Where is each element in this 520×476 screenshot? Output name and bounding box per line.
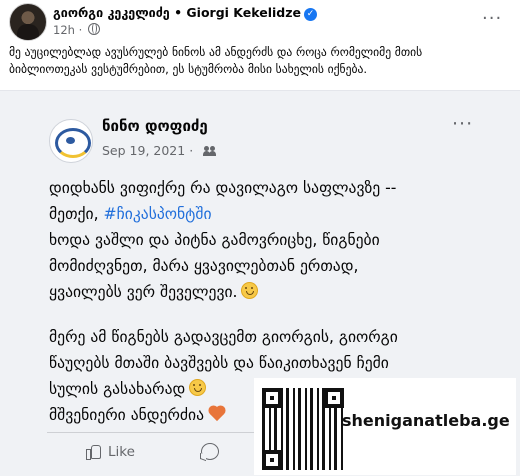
qr-finder xyxy=(324,388,344,408)
caption-line: ბიბლიოთეკას ვესტუმრებით, ეს სტუმრობა მის… xyxy=(9,62,368,76)
meta-separator: · xyxy=(189,143,194,158)
shared-author-avatar[interactable] xyxy=(49,119,93,163)
post-line: დიდხანს ვიფიქრე რა დავილაგო საფლავზე -- xyxy=(49,179,397,197)
post-line: ხოდა ვაშლი და პიტნა გამოვრიცხე, წიგნები xyxy=(49,231,380,249)
comment-icon[interactable] xyxy=(201,443,219,460)
post-meta: 12h · xyxy=(53,23,100,37)
post-line-with-hashtag: მეთქი, #ჩიკასპონტში xyxy=(49,201,489,227)
caption-line: მე აუცილებლად ავუსრულებ ნინოს ამ ანდერძს… xyxy=(9,45,423,59)
qr-finder xyxy=(262,450,282,470)
post-line-text: სულის გასახარად xyxy=(49,380,186,398)
post-caption: მე აუცილებლად ავუსრულებ ნინოს ამ ანდერძს… xyxy=(9,44,514,78)
watermark-overlay: sheniganatleba.ge xyxy=(254,378,516,475)
post-header: გიორგი კეკელიძე • Giorgi Kekelidze ✓ 12h … xyxy=(0,0,520,42)
friends-audience-icon xyxy=(203,146,217,156)
like-button[interactable]: Like xyxy=(86,444,135,460)
post-line: მერე ამ წიგნებს გადავცემთ გიორგის, გიორგ… xyxy=(49,328,398,346)
post-line-text: მეთქი, xyxy=(49,205,104,223)
more-options-button[interactable]: ··· xyxy=(482,8,502,29)
shared-post-date[interactable]: Sep 19, 2021 xyxy=(102,143,185,158)
author-avatar[interactable] xyxy=(9,3,47,41)
post-line-text: მშვენიერი ანდერძია xyxy=(49,406,204,424)
logo-dot-icon xyxy=(66,137,75,144)
smile-emoji-icon xyxy=(241,282,259,299)
author-name-text[interactable]: გიორგი კეკელიძე • Giorgi Kekelidze xyxy=(53,5,301,20)
like-label: Like xyxy=(108,444,135,460)
grin-emoji-icon xyxy=(189,379,207,396)
globe-icon xyxy=(87,23,100,35)
hashtag-link[interactable]: #ჩიკასპონტში xyxy=(104,205,212,223)
post-line: წაუღებს მთაში ბავშვებს და წაიკითხავენ ჩე… xyxy=(49,354,389,372)
shared-more-options-button[interactable]: ··· xyxy=(452,113,473,135)
qr-code xyxy=(262,388,344,470)
post-time[interactable]: 12h xyxy=(53,23,75,37)
verified-badge-icon: ✓ xyxy=(303,8,317,21)
author-name[interactable]: გიორგი კეკელიძე • Giorgi Kekelidze ✓ xyxy=(53,5,317,21)
post-line-with-emoji: ყვაილებს ვერ შეველევი. xyxy=(49,279,489,305)
post-line: მომიძღვნეთ, მარა ყვავილებთან ერთად, xyxy=(49,257,359,275)
post-line-text: ყვაილებს ვერ შეველევი. xyxy=(49,283,238,301)
watermark-text: sheniganatleba.ge xyxy=(342,411,510,430)
shared-author-name[interactable]: ნინო დოფიძე xyxy=(102,117,208,135)
qr-finder xyxy=(262,388,282,408)
shared-post-meta: Sep 19, 2021 · xyxy=(102,143,217,158)
orange-heart-icon xyxy=(209,406,225,422)
thumbs-up-icon xyxy=(86,444,101,460)
